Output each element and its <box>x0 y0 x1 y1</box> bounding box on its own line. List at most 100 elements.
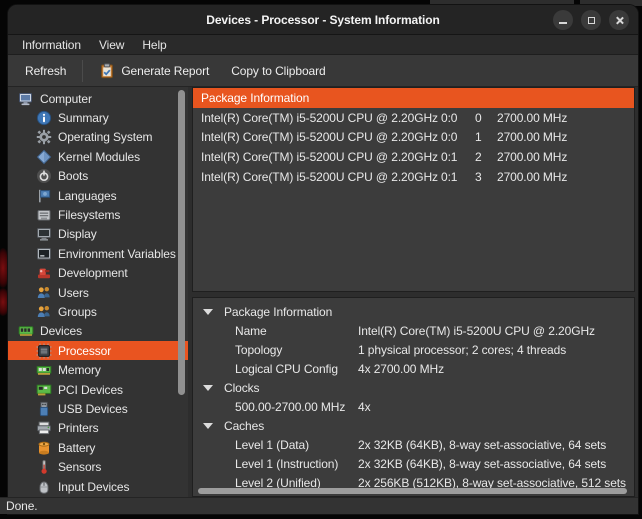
expander-down-icon[interactable] <box>203 422 213 429</box>
detail-section-clocks[interactable]: Clocks <box>193 378 634 397</box>
sidebar-item-pci-devices[interactable]: PCI Devices <box>8 380 188 399</box>
processor-icon <box>36 343 52 359</box>
menu-information[interactable]: Information <box>13 38 90 52</box>
cpu-rows: Intel(R) Core(TM) i5-5200U CPU @ 2.20GHz… <box>193 108 634 186</box>
sidebar-item-users[interactable]: Users <box>8 283 188 302</box>
cpu-frequency: 2700.00 MHz <box>497 149 568 164</box>
detail-label: Topology <box>235 342 283 357</box>
sidebar-item-label: Memory <box>58 363 101 378</box>
menubar: Information View Help <box>8 35 638 55</box>
detail-value: 2x 32KB (64KB), 8-way set-associative, 6… <box>358 456 607 471</box>
sidebar-item-filesystems[interactable]: Filesystems <box>8 205 188 224</box>
copy-to-clipboard-button[interactable]: Copy to Clipboard <box>220 58 336 84</box>
cpu-table-row[interactable]: Intel(R) Core(TM) i5-5200U CPU @ 2.20GHz… <box>193 128 634 148</box>
sidebar-item-input-devices[interactable]: Input Devices <box>8 477 188 496</box>
minimize-icon <box>559 21 567 24</box>
generate-report-button[interactable]: Generate Report <box>88 58 220 84</box>
devices-chip-icon <box>18 323 34 339</box>
package-information-header-row[interactable]: Package Information <box>193 88 634 108</box>
sidebar-item-label: Sensors <box>58 460 102 475</box>
cpu-name: Intel(R) Core(TM) i5-5200U CPU @ 2.20GHz <box>201 130 438 145</box>
horizontal-scrollbar[interactable] <box>198 488 627 494</box>
battery-icon <box>36 440 52 456</box>
expander-down-icon[interactable] <box>203 384 213 391</box>
cpu-table-row[interactable]: Intel(R) Core(TM) i5-5200U CPU @ 2.20GHz… <box>193 147 634 167</box>
cpu-table-row[interactable]: Intel(R) Core(TM) i5-5200U CPU @ 2.20GHz… <box>193 108 634 128</box>
sidebar-item-label: Development <box>58 266 128 281</box>
sidebar-item-printers[interactable]: Printers <box>8 419 188 438</box>
sidebar-item-label: Users <box>58 285 89 300</box>
cpu-socket: 0:1 <box>441 149 458 164</box>
sidebar-item-boots[interactable]: Boots <box>8 167 188 186</box>
sidebar-item-label: Boots <box>58 169 89 184</box>
sidebar-item-environment-variables[interactable]: Environment Variables <box>8 244 188 263</box>
detail-row-500-00-2700-00-mhz[interactable]: 500.00-2700.00 MHz 4x <box>193 397 634 416</box>
detail-row-logical-cpu-config[interactable]: Logical CPU Config 4x 2700.00 MHz <box>193 359 634 378</box>
cpu-core: 3 <box>475 169 482 184</box>
detail-section-label: Package Information <box>224 304 333 319</box>
sidebar-item-memory[interactable]: Memory <box>8 360 188 379</box>
cpu-socket: 0:0 <box>441 110 458 125</box>
detail-row-level-1-instruction[interactable]: Level 1 (Instruction) 2x 32KB (64KB), 8-w… <box>193 454 634 473</box>
refresh-label: Refresh <box>25 63 67 78</box>
detail-section-package-information[interactable]: Package Information <box>193 302 634 321</box>
sidebar-item-summary[interactable]: Summary <box>8 108 188 127</box>
users-icon <box>36 285 52 301</box>
maximize-button[interactable] <box>581 10 601 30</box>
window-controls <box>553 10 629 30</box>
sidebar-item-operating-system[interactable]: Operating System <box>8 128 188 147</box>
detail-row-topology[interactable]: Topology 1 physical processor; 2 cores; 4… <box>193 340 634 359</box>
detail-value: 2x 32KB (64KB), 8-way set-associative, 6… <box>358 437 607 452</box>
mouse-icon <box>36 479 52 495</box>
sidebar-item-label: Filesystems <box>58 208 121 223</box>
sidebar-item-label: USB Devices <box>58 401 128 416</box>
sidebar-item-display[interactable]: Display <box>8 225 188 244</box>
cpu-table-row[interactable]: Intel(R) Core(TM) i5-5200U CPU @ 2.20GHz… <box>193 167 634 187</box>
detail-row-name[interactable]: Name Intel(R) Core(TM) i5-5200U CPU @ 2.2… <box>193 321 634 340</box>
sidebar-item-development[interactable]: Development <box>8 264 188 283</box>
details-panel: Package Information Name Intel(R) Core(TM)… <box>192 297 635 497</box>
detail-row-level-1-data[interactable]: Level 1 (Data) 2x 32KB (64KB), 8-way set-… <box>193 435 634 454</box>
refresh-button[interactable]: Refresh <box>14 58 77 84</box>
app-window: Devices - Processor - System Information… <box>0 5 638 514</box>
groups-icon <box>36 304 52 320</box>
sidebar-item-languages[interactable]: Languages <box>8 186 188 205</box>
sidebar-item-label: Summary <box>58 111 109 126</box>
detail-section-label: Caches <box>224 418 265 433</box>
printer-icon <box>36 420 52 436</box>
expander-down-icon[interactable] <box>203 308 213 315</box>
sidebar-item-computer[interactable]: Computer <box>8 89 188 108</box>
sidebar-item-devices[interactable]: Devices <box>8 322 188 341</box>
sidebar-item-sensors[interactable]: Sensors <box>8 457 188 476</box>
sidebar-item-kernel-modules[interactable]: Kernel Modules <box>8 147 188 166</box>
filesystems-icon <box>36 207 52 223</box>
sidebar-item-groups[interactable]: Groups <box>8 302 188 321</box>
window-title: Devices - Processor - System Information <box>206 12 440 27</box>
sidebar-item-label: Devices <box>40 324 82 339</box>
sidebar-scrollbar[interactable] <box>178 90 185 395</box>
sidebar-tree: Computer Summary Operating System Kernel Mo… <box>8 87 188 497</box>
menu-view[interactable]: View <box>90 38 133 52</box>
toolbar: Refresh Generate Report Copy to Clipboar… <box>8 55 638 87</box>
sidebar-item-processor[interactable]: Processor <box>8 341 188 361</box>
sidebar-item-usb-devices[interactable]: USB Devices <box>8 399 188 418</box>
cpu-frequency: 2700.00 MHz <box>497 130 568 145</box>
sidebar-item-label: Processor <box>58 343 112 358</box>
menu-help[interactable]: Help <box>133 38 175 52</box>
statusbar: Done. <box>0 497 638 514</box>
flag-icon <box>36 188 52 204</box>
sidebar-item-label: Computer <box>40 91 92 106</box>
minimize-button[interactable] <box>553 10 573 30</box>
summary-info-icon <box>36 110 52 126</box>
detail-label: Level 1 (Data) <box>235 437 309 452</box>
sidebar-item-label: PCI Devices <box>58 382 123 397</box>
sidebar-item-label: Display <box>58 227 97 242</box>
close-button[interactable] <box>609 10 629 30</box>
detail-section-caches[interactable]: Caches <box>193 416 634 435</box>
sensors-thermometer-icon <box>36 459 52 475</box>
sidebar-item-battery[interactable]: Battery <box>8 438 188 457</box>
power-icon <box>36 168 52 184</box>
copy-to-clipboard-label: Copy to Clipboard <box>231 63 326 78</box>
cpu-core: 1 <box>475 130 482 145</box>
development-icon <box>36 265 52 281</box>
